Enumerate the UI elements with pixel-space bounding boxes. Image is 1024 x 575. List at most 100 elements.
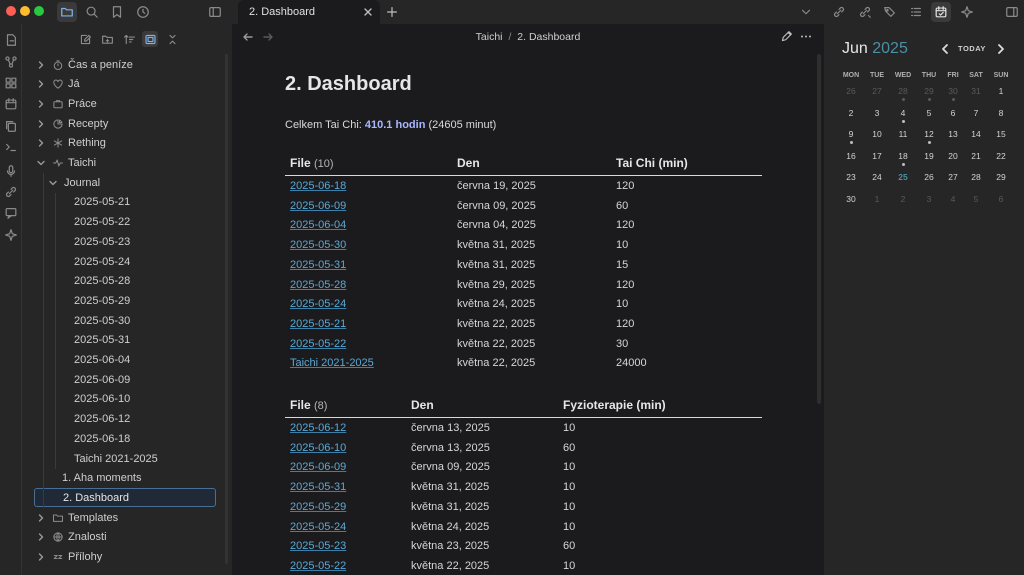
calendar-day[interactable]: 18: [892, 151, 914, 161]
breadcrumb-file[interactable]: 2. Dashboard: [517, 31, 580, 43]
calendar-day[interactable]: 1: [990, 86, 1012, 96]
new-folder-icon[interactable]: [99, 31, 115, 47]
tree-item[interactable]: 2025-06-10: [74, 390, 130, 409]
microphone-icon[interactable]: [3, 163, 19, 179]
calendar-day[interactable]: 11: [892, 129, 914, 139]
tree-item[interactable]: Čas a peníze: [36, 55, 133, 74]
calendar-day[interactable]: 21: [965, 151, 987, 161]
sidebar-toggle-icon[interactable]: [205, 2, 225, 22]
editor-scrollbar[interactable]: [817, 54, 821, 404]
chevron-icon[interactable]: [36, 513, 46, 523]
calendar-day[interactable]: 16: [840, 151, 862, 161]
right-sidebar-toggle-icon[interactable]: [1002, 2, 1022, 22]
new-tab-icon[interactable]: [382, 2, 402, 22]
file-link[interactable]: 2025-05-30: [290, 239, 346, 251]
more-options-icon[interactable]: [799, 30, 813, 43]
breadcrumb-folder[interactable]: Taichi: [476, 31, 503, 43]
tree-item[interactable]: Práce: [36, 94, 97, 113]
link-icon[interactable]: [3, 184, 19, 200]
tags-icon[interactable]: [880, 2, 900, 22]
calendar-day[interactable]: 27: [942, 172, 964, 182]
column-header-minutes[interactable]: Tai Chi (min): [616, 156, 688, 170]
file-link[interactable]: 2025-05-29: [290, 501, 346, 513]
chevron-icon[interactable]: [36, 158, 46, 168]
backlinks-icon[interactable]: [829, 2, 849, 22]
calendar-day[interactable]: 2: [892, 194, 914, 204]
file-link[interactable]: 2025-06-04: [290, 219, 346, 231]
tree-item[interactable]: 2025-05-23: [74, 232, 130, 251]
file-link[interactable]: 2025-05-24: [290, 298, 346, 310]
edit-mode-icon[interactable]: [780, 30, 793, 43]
tree-item[interactable]: 2025-06-04: [74, 351, 130, 370]
tree-item[interactable]: 2025-05-28: [74, 272, 130, 291]
tree-item[interactable]: 2025-06-18: [74, 429, 130, 448]
calendar-day[interactable]: 12: [918, 129, 940, 139]
tab-close-icon[interactable]: [362, 6, 374, 18]
file-link[interactable]: 2025-06-09: [290, 200, 346, 212]
calendar-day[interactable]: 23: [840, 172, 862, 182]
comment-icon[interactable]: [3, 205, 19, 221]
today-button[interactable]: TODAY: [958, 44, 986, 53]
file-link[interactable]: 2025-06-12: [290, 422, 346, 434]
tree-item[interactable]: 2025-05-22: [74, 213, 130, 232]
calendar-icon[interactable]: [931, 2, 951, 22]
new-note-icon[interactable]: [77, 31, 93, 47]
calendar-day[interactable]: 9: [840, 129, 862, 139]
calendar-day[interactable]: 22: [990, 151, 1012, 161]
chevron-icon[interactable]: [36, 138, 46, 148]
sidebar-scrollbar[interactable]: [225, 54, 228, 564]
calendar-day[interactable]: 30: [942, 86, 964, 96]
calendar-day[interactable]: 30: [840, 194, 862, 204]
column-header-day[interactable]: Den: [411, 398, 434, 412]
tree-item[interactable]: Znalosti: [36, 528, 107, 547]
clock-icon[interactable]: [133, 2, 153, 22]
dashboard-grid-icon[interactable]: [3, 75, 19, 91]
next-month-icon[interactable]: [995, 43, 1007, 55]
bookmark-icon[interactable]: [107, 2, 127, 22]
calendar-day[interactable]: 3: [918, 194, 940, 204]
column-header-minutes[interactable]: Fyzioterapie (min): [563, 398, 666, 412]
calendar-day[interactable]: 5: [918, 108, 940, 118]
tree-item[interactable]: Přílohy: [36, 548, 102, 567]
tree-item[interactable]: 2025-06-12: [74, 410, 130, 429]
sort-icon[interactable]: [121, 31, 137, 47]
file-link[interactable]: 2025-06-18: [290, 180, 346, 192]
tab-list-chevron-icon[interactable]: [796, 2, 816, 22]
calendar-day[interactable]: 15: [990, 129, 1012, 139]
plugin-icon[interactable]: [3, 227, 19, 243]
calendar-day[interactable]: 3: [866, 108, 888, 118]
calendar-day[interactable]: 24: [866, 172, 888, 182]
outgoing-links-icon[interactable]: [855, 2, 875, 22]
minimize-window-button[interactable]: [20, 6, 30, 16]
calendar-day[interactable]: 31: [965, 86, 987, 96]
calendar-day[interactable]: 6: [990, 194, 1012, 204]
calendar-day[interactable]: 27: [866, 86, 888, 96]
calendar-day[interactable]: 28: [892, 86, 914, 96]
calendar-day[interactable]: 29: [990, 172, 1012, 182]
column-header-file[interactable]: File (10): [290, 156, 334, 170]
sparkle-icon[interactable]: [957, 2, 977, 22]
open-note-icon[interactable]: [3, 32, 19, 48]
file-link[interactable]: 2025-06-10: [290, 442, 346, 454]
chevron-icon[interactable]: [36, 119, 46, 129]
terminal-icon[interactable]: [3, 139, 19, 155]
tree-item[interactable]: Taichi 2021-2025: [74, 449, 158, 468]
calendar-day[interactable]: 5: [965, 194, 987, 204]
tab-dashboard[interactable]: 2. Dashboard: [238, 0, 380, 24]
column-header-day[interactable]: Den: [457, 156, 480, 170]
tree-item[interactable]: 2025-05-21: [74, 193, 130, 212]
file-link[interactable]: 2025-05-24: [290, 521, 346, 533]
calendar-day[interactable]: 6: [942, 108, 964, 118]
file-link[interactable]: 2025-05-28: [290, 279, 346, 291]
calendar-day[interactable]: 14: [965, 129, 987, 139]
tree-item[interactable]: Já: [36, 75, 80, 94]
tree-item[interactable]: Journal: [48, 173, 100, 192]
search-icon[interactable]: [82, 2, 102, 22]
tree-item[interactable]: Templates: [36, 508, 118, 527]
tree-item[interactable]: 2. Dashboard: [34, 488, 216, 508]
calendar-day[interactable]: 29: [918, 86, 940, 96]
calendar-day[interactable]: 4: [892, 108, 914, 118]
tree-item[interactable]: 2025-05-24: [74, 252, 130, 271]
chevron-icon[interactable]: [36, 532, 46, 542]
outline-icon[interactable]: [906, 2, 926, 22]
